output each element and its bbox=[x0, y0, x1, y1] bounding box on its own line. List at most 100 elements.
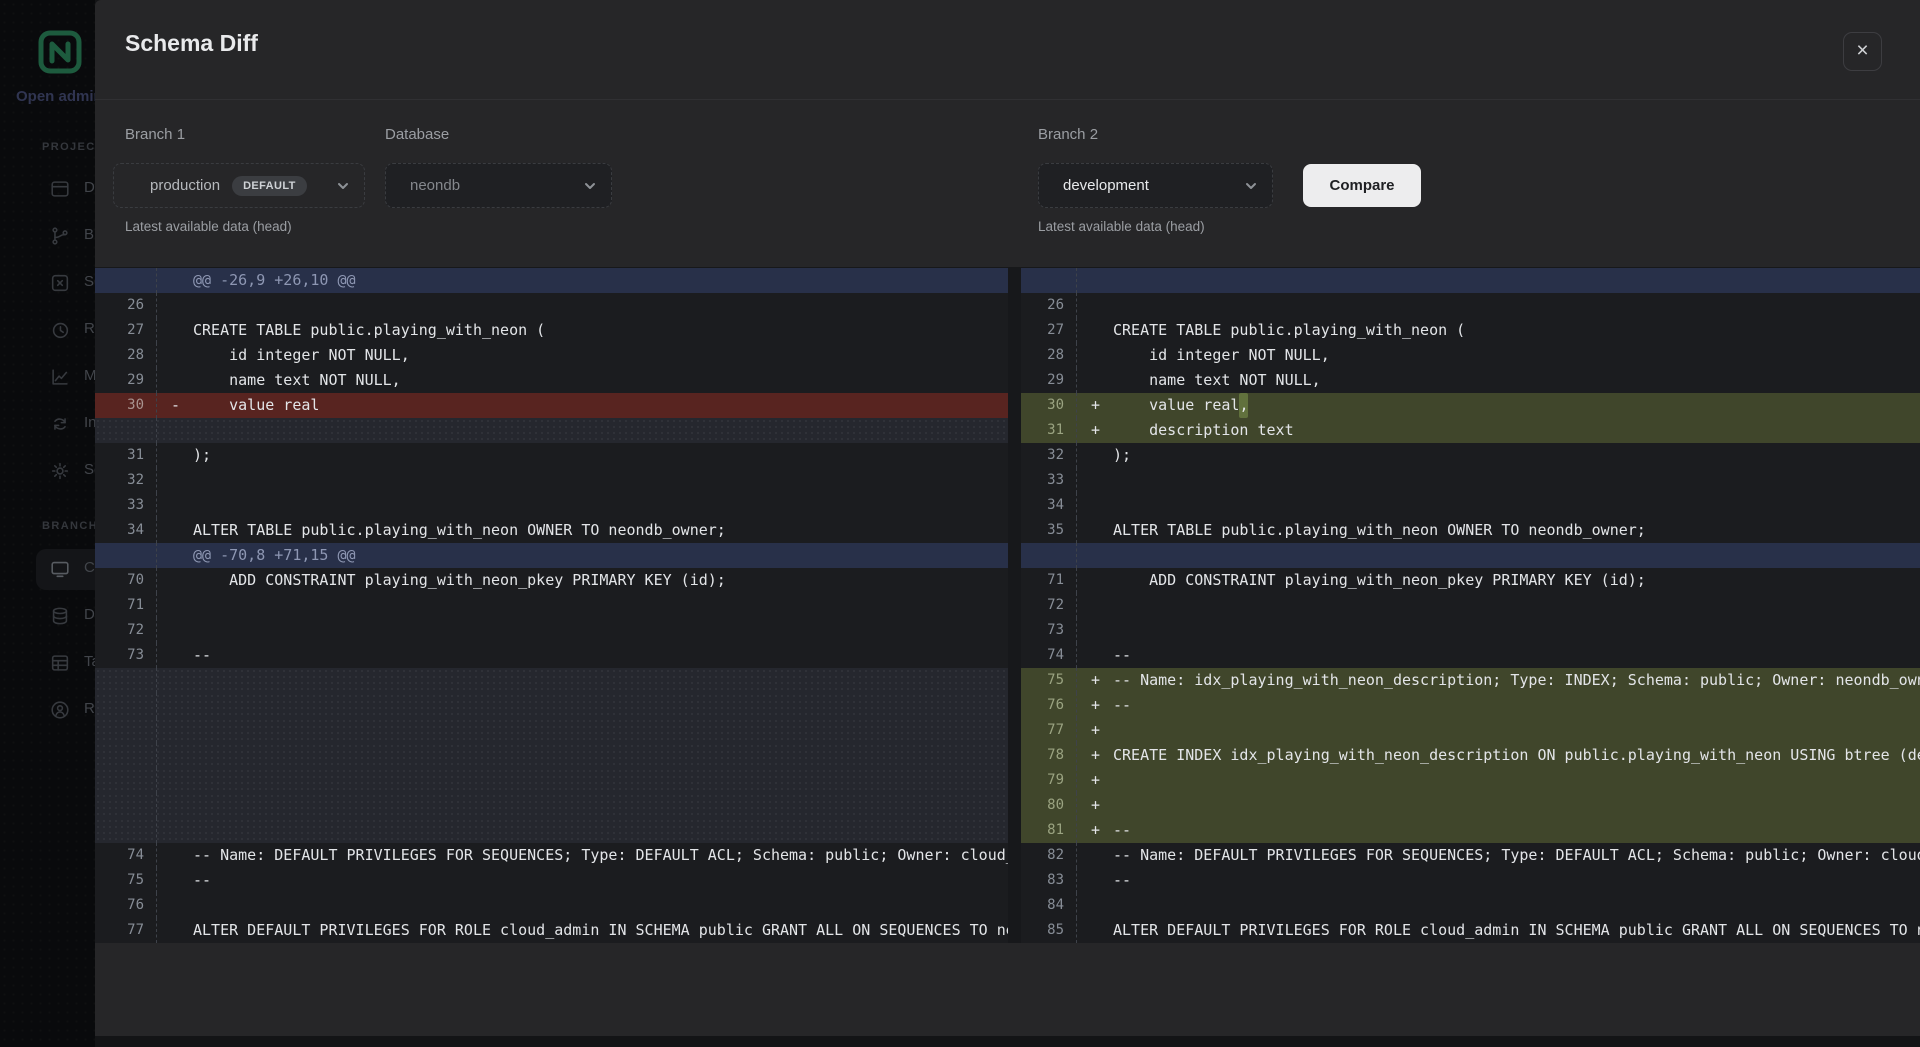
sidebar-item-databases[interactable]: Databases bbox=[0, 593, 95, 640]
code-text: -- bbox=[1113, 693, 1131, 718]
code-text: CREATE TABLE public.playing_with_neon ( bbox=[193, 318, 545, 343]
monitoring-icon bbox=[49, 366, 71, 388]
diff-marker bbox=[171, 343, 193, 368]
sidebar-item-integrations[interactable]: Integrations bbox=[0, 401, 95, 448]
diff-row: 30+ value real, bbox=[1021, 393, 1920, 418]
code-line bbox=[157, 743, 1008, 768]
open-admin-link[interactable]: Open admin bbox=[16, 88, 95, 105]
code-line: -- bbox=[1077, 643, 1920, 668]
sidebar-item-branches[interactable]: Branches bbox=[0, 213, 95, 260]
word-diff-highlight: , bbox=[1239, 393, 1248, 418]
diff-marker bbox=[171, 918, 193, 943]
dashboard-icon bbox=[49, 178, 71, 200]
code-text: ADD CONSTRAINT playing_with_neon_pkey PR… bbox=[1113, 568, 1646, 593]
code-line: - value real bbox=[157, 393, 1008, 418]
code-line: + bbox=[1077, 718, 1920, 743]
diff-row: 34ALTER TABLE public.playing_with_neon O… bbox=[95, 518, 1008, 543]
sidebar-item-tables[interactable]: Tables bbox=[0, 640, 95, 687]
line-number bbox=[95, 418, 157, 443]
diff-placeholder-row bbox=[95, 693, 1008, 718]
sidebar-item-settings[interactable]: Settings bbox=[0, 448, 95, 495]
diff-placeholder-row bbox=[95, 418, 1008, 443]
diff-pane-branch1: @@ -26,9 +26,10 @@2627CREATE TABLE publi… bbox=[95, 268, 1008, 943]
database-select[interactable]: neondb bbox=[385, 163, 612, 208]
line-number: 81 bbox=[1021, 818, 1077, 843]
diff-row: 70 ADD CONSTRAINT playing_with_neon_pkey… bbox=[95, 568, 1008, 593]
code-text: -- Name: idx_playing_with_neon_descripti… bbox=[1113, 668, 1920, 693]
chevron-down-icon bbox=[1244, 179, 1258, 193]
diff-marker bbox=[171, 318, 193, 343]
branch2-select[interactable]: development bbox=[1038, 163, 1273, 208]
line-number: 71 bbox=[95, 593, 157, 618]
line-number: 73 bbox=[1021, 618, 1077, 643]
sidebar-item-label: Tables bbox=[84, 653, 95, 670]
code-line: ); bbox=[1077, 443, 1920, 468]
databases-icon bbox=[49, 605, 71, 627]
sidebar-item-roles[interactable]: Roles bbox=[0, 687, 95, 734]
diff-row: 75-- bbox=[95, 868, 1008, 893]
line-number: 76 bbox=[95, 893, 157, 918]
computes-icon bbox=[49, 558, 71, 580]
sidebar-item-computes[interactable]: Computes bbox=[0, 546, 95, 593]
diff-row: 31); bbox=[95, 443, 1008, 468]
diff-marker bbox=[1091, 843, 1113, 868]
code-line: +-- bbox=[1077, 693, 1920, 718]
schema-diff-view: @@ -26,9 +26,10 @@2627CREATE TABLE publi… bbox=[95, 267, 1920, 943]
code-line: -- bbox=[1077, 868, 1920, 893]
sidebar-item-monitoring[interactable]: Monitoring bbox=[0, 354, 95, 401]
code-line: id integer NOT NULL, bbox=[1077, 343, 1920, 368]
code-text: -- bbox=[193, 868, 211, 893]
sidebar-item-label: Monitoring bbox=[84, 367, 95, 384]
line-number: 30 bbox=[95, 393, 157, 418]
neon-logo[interactable] bbox=[38, 30, 82, 74]
diff-row: 30- value real bbox=[95, 393, 1008, 418]
diff-placeholder-row bbox=[95, 768, 1008, 793]
diff-placeholder-row bbox=[95, 793, 1008, 818]
diff-placeholder-row bbox=[95, 668, 1008, 693]
diff-row: 32); bbox=[1021, 443, 1920, 468]
code-line bbox=[157, 593, 1008, 618]
compare-button[interactable]: Compare bbox=[1303, 164, 1421, 207]
close-button[interactable]: × bbox=[1843, 32, 1882, 71]
code-line bbox=[157, 668, 1008, 693]
code-line: + bbox=[1077, 793, 1920, 818]
diff-row: 74-- bbox=[1021, 643, 1920, 668]
diff-marker: + bbox=[1091, 393, 1113, 418]
code-line bbox=[157, 893, 1008, 918]
branch1-select[interactable]: production DEFAULT bbox=[113, 163, 365, 208]
diff-marker bbox=[171, 493, 193, 518]
code-text: -- Name: DEFAULT PRIVILEGES FOR SEQUENCE… bbox=[193, 843, 1008, 868]
diff-marker: + bbox=[1091, 768, 1113, 793]
default-badge: DEFAULT bbox=[232, 176, 307, 196]
code-text: -- bbox=[1113, 868, 1131, 893]
diff-pane-branch2: 2627CREATE TABLE public.playing_with_neo… bbox=[1021, 268, 1920, 943]
line-number: 27 bbox=[95, 318, 157, 343]
line-number: 74 bbox=[95, 843, 157, 868]
hunk-text bbox=[1077, 543, 1920, 568]
code-line bbox=[157, 693, 1008, 718]
code-line bbox=[157, 293, 1008, 318]
sidebar-item-restore[interactable]: Restore bbox=[0, 307, 95, 354]
diff-row: 31+ description text bbox=[1021, 418, 1920, 443]
code-text: ALTER TABLE public.playing_with_neon OWN… bbox=[1113, 518, 1646, 543]
diff-hunk-header bbox=[1021, 268, 1920, 293]
line-number: 76 bbox=[1021, 693, 1077, 718]
code-text: value real bbox=[193, 393, 319, 418]
settings-icon bbox=[49, 460, 71, 482]
sidebar-item-label: Restore bbox=[84, 320, 95, 337]
line-number bbox=[95, 718, 157, 743]
diff-marker bbox=[1091, 318, 1113, 343]
line-number: 32 bbox=[1021, 443, 1077, 468]
sidebar-item-dashboard[interactable]: Dashboard bbox=[0, 166, 95, 213]
code-line: ALTER TABLE public.playing_with_neon OWN… bbox=[1077, 518, 1920, 543]
code-line: id integer NOT NULL, bbox=[157, 343, 1008, 368]
code-text: ALTER DEFAULT PRIVILEGES FOR ROLE cloud_… bbox=[193, 918, 1008, 943]
diff-hunk-header bbox=[1021, 543, 1920, 568]
code-text: -- bbox=[193, 643, 211, 668]
chevron-down-icon bbox=[336, 179, 350, 193]
line-number: 32 bbox=[95, 468, 157, 493]
diff-marker bbox=[1091, 593, 1113, 618]
diff-hunk-header: @@ -70,8 +71,15 @@ bbox=[95, 543, 1008, 568]
sidebar-item-sql-editor[interactable]: SQL Editor bbox=[0, 260, 95, 307]
code-line: ADD CONSTRAINT playing_with_neon_pkey PR… bbox=[157, 568, 1008, 593]
